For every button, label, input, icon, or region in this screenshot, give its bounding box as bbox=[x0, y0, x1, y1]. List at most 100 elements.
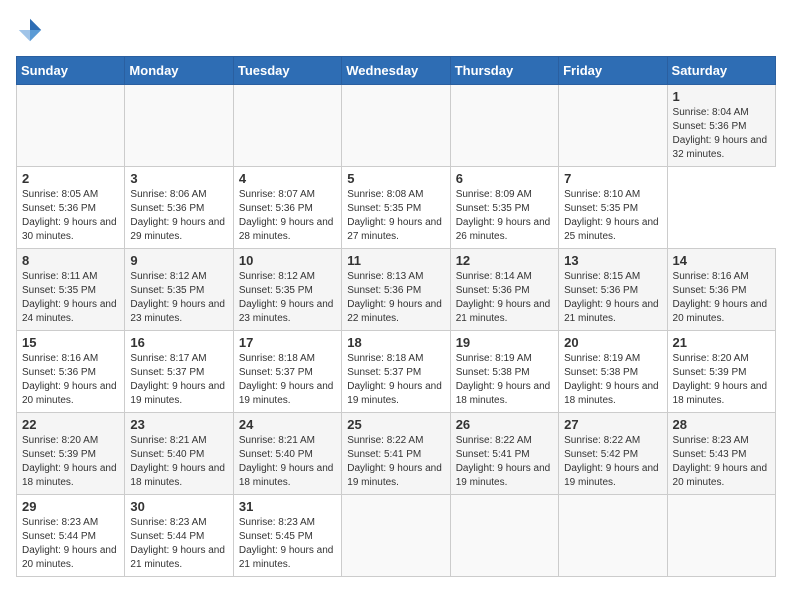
calendar-day-cell: 24 Sunrise: 8:21 AMSunset: 5:40 PMDayligh… bbox=[233, 413, 341, 495]
calendar-day-cell: 25 Sunrise: 8:22 AMSunset: 5:41 PMDayligh… bbox=[342, 413, 450, 495]
day-number: 19 bbox=[456, 335, 553, 350]
calendar-day-cell: 20 Sunrise: 8:19 AMSunset: 5:38 PMDayligh… bbox=[559, 331, 667, 413]
calendar-day-cell bbox=[559, 85, 667, 167]
day-number: 2 bbox=[22, 171, 119, 186]
day-number: 24 bbox=[239, 417, 336, 432]
calendar-day-cell: 3Sunrise: 8:06 AMSunset: 5:36 PMDaylight… bbox=[125, 167, 233, 249]
day-info: Sunrise: 8:22 AMSunset: 5:41 PMDaylight:… bbox=[456, 434, 553, 490]
calendar-day-cell: 18 Sunrise: 8:18 AMSunset: 5:37 PMDayligh… bbox=[342, 331, 450, 413]
day-number: 4 bbox=[239, 171, 336, 186]
day-info: Sunrise: 8:22 AMSunset: 5:41 PMDaylight:… bbox=[347, 434, 444, 490]
calendar-day-cell bbox=[342, 85, 450, 167]
day-info: Sunrise: 8:07 AMSunset: 5:36 PMDaylight:… bbox=[239, 188, 336, 244]
calendar-day-cell bbox=[559, 495, 667, 577]
calendar-week-row: 29 Sunrise: 8:23 AMSunset: 5:44 PMDayligh… bbox=[17, 495, 776, 577]
day-info: Sunrise: 8:12 AMSunset: 5:35 PMDaylight:… bbox=[239, 270, 336, 326]
calendar-day-cell: 11Sunrise: 8:13 AMSunset: 5:36 PMDayligh… bbox=[342, 249, 450, 331]
day-info: Sunrise: 8:20 AMSunset: 5:39 PMDaylight:… bbox=[22, 434, 119, 490]
day-info: Sunrise: 8:22 AMSunset: 5:42 PMDaylight:… bbox=[564, 434, 661, 490]
calendar-day-cell: 6Sunrise: 8:09 AMSunset: 5:35 PMDaylight… bbox=[450, 167, 558, 249]
calendar-day-cell: 8 Sunrise: 8:11 AMSunset: 5:35 PMDaylight… bbox=[17, 249, 125, 331]
day-info: Sunrise: 8:16 AMSunset: 5:36 PMDaylight:… bbox=[22, 352, 119, 408]
day-number: 18 bbox=[347, 335, 444, 350]
day-number: 25 bbox=[347, 417, 444, 432]
day-info: Sunrise: 8:04 AMSunset: 5:36 PMDaylight:… bbox=[673, 106, 770, 162]
day-number: 16 bbox=[130, 335, 227, 350]
calendar-day-cell: 22 Sunrise: 8:20 AMSunset: 5:39 PMDayligh… bbox=[17, 413, 125, 495]
calendar-day-cell bbox=[450, 495, 558, 577]
calendar-day-cell: 19Sunrise: 8:19 AMSunset: 5:38 PMDayligh… bbox=[450, 331, 558, 413]
day-info: Sunrise: 8:16 AMSunset: 5:36 PMDaylight:… bbox=[673, 270, 770, 326]
weekday-header: Thursday bbox=[450, 57, 558, 85]
weekday-header: Wednesday bbox=[342, 57, 450, 85]
day-info: Sunrise: 8:23 AMSunset: 5:44 PMDaylight:… bbox=[22, 516, 119, 572]
calendar-day-cell: 23Sunrise: 8:21 AMSunset: 5:40 PMDayligh… bbox=[125, 413, 233, 495]
day-number: 27 bbox=[564, 417, 661, 432]
day-number: 14 bbox=[673, 253, 770, 268]
day-info: Sunrise: 8:14 AMSunset: 5:36 PMDaylight:… bbox=[456, 270, 553, 326]
calendar-day-cell: 13 Sunrise: 8:15 AMSunset: 5:36 PMDayligh… bbox=[559, 249, 667, 331]
day-info: Sunrise: 8:23 AMSunset: 5:43 PMDaylight:… bbox=[673, 434, 770, 490]
calendar-day-cell: 17 Sunrise: 8:18 AMSunset: 5:37 PMDayligh… bbox=[233, 331, 341, 413]
calendar-day-cell: 9 Sunrise: 8:12 AMSunset: 5:35 PMDaylight… bbox=[125, 249, 233, 331]
day-info: Sunrise: 8:08 AMSunset: 5:35 PMDaylight:… bbox=[347, 188, 444, 244]
calendar-week-row: 1 Sunrise: 8:04 AMSunset: 5:36 PMDaylight… bbox=[17, 85, 776, 167]
day-number: 26 bbox=[456, 417, 553, 432]
day-number: 1 bbox=[673, 89, 770, 104]
calendar-day-cell: 30Sunrise: 8:23 AMSunset: 5:44 PMDayligh… bbox=[125, 495, 233, 577]
weekday-header: Tuesday bbox=[233, 57, 341, 85]
day-number: 9 bbox=[130, 253, 227, 268]
day-number: 21 bbox=[673, 335, 770, 350]
day-number: 22 bbox=[22, 417, 119, 432]
day-number: 13 bbox=[564, 253, 661, 268]
calendar-day-cell bbox=[233, 85, 341, 167]
day-info: Sunrise: 8:17 AMSunset: 5:37 PMDaylight:… bbox=[130, 352, 227, 408]
calendar-day-cell bbox=[17, 85, 125, 167]
day-number: 28 bbox=[673, 417, 770, 432]
calendar-day-cell: 2 Sunrise: 8:05 AMSunset: 5:36 PMDaylight… bbox=[17, 167, 125, 249]
weekday-header: Saturday bbox=[667, 57, 775, 85]
day-number: 10 bbox=[239, 253, 336, 268]
calendar-week-row: 8 Sunrise: 8:11 AMSunset: 5:35 PMDaylight… bbox=[17, 249, 776, 331]
calendar-body: 1 Sunrise: 8:04 AMSunset: 5:36 PMDaylight… bbox=[17, 85, 776, 577]
day-number: 20 bbox=[564, 335, 661, 350]
day-info: Sunrise: 8:11 AMSunset: 5:35 PMDaylight:… bbox=[22, 270, 119, 326]
day-info: Sunrise: 8:05 AMSunset: 5:36 PMDaylight:… bbox=[22, 188, 119, 244]
day-info: Sunrise: 8:20 AMSunset: 5:39 PMDaylight:… bbox=[673, 352, 770, 408]
calendar-day-cell: 31Sunrise: 8:23 AMSunset: 5:45 PMDayligh… bbox=[233, 495, 341, 577]
day-number: 12 bbox=[456, 253, 553, 268]
calendar-day-cell: 29 Sunrise: 8:23 AMSunset: 5:44 PMDayligh… bbox=[17, 495, 125, 577]
calendar-table: SundayMondayTuesdayWednesdayThursdayFrid… bbox=[16, 56, 776, 577]
calendar-day-cell: 26 Sunrise: 8:22 AMSunset: 5:41 PMDayligh… bbox=[450, 413, 558, 495]
calendar-day-cell bbox=[450, 85, 558, 167]
calendar-day-cell: 27 Sunrise: 8:22 AMSunset: 5:42 PMDayligh… bbox=[559, 413, 667, 495]
calendar-day-cell: 1 Sunrise: 8:04 AMSunset: 5:36 PMDaylight… bbox=[667, 85, 775, 167]
day-info: Sunrise: 8:06 AMSunset: 5:36 PMDaylight:… bbox=[130, 188, 227, 244]
logo bbox=[16, 16, 48, 44]
day-info: Sunrise: 8:12 AMSunset: 5:35 PMDaylight:… bbox=[130, 270, 227, 326]
weekday-header: Friday bbox=[559, 57, 667, 85]
calendar-day-cell bbox=[342, 495, 450, 577]
day-info: Sunrise: 8:18 AMSunset: 5:37 PMDaylight:… bbox=[347, 352, 444, 408]
calendar-day-cell bbox=[667, 495, 775, 577]
calendar-day-cell: 28 Sunrise: 8:23 AMSunset: 5:43 PMDayligh… bbox=[667, 413, 775, 495]
day-info: Sunrise: 8:19 AMSunset: 5:38 PMDaylight:… bbox=[564, 352, 661, 408]
calendar-day-cell: 14 Sunrise: 8:16 AMSunset: 5:36 PMDayligh… bbox=[667, 249, 775, 331]
day-number: 17 bbox=[239, 335, 336, 350]
calendar-day-cell: 21 Sunrise: 8:20 AMSunset: 5:39 PMDayligh… bbox=[667, 331, 775, 413]
weekday-header: Sunday bbox=[17, 57, 125, 85]
calendar-day-cell: 10 Sunrise: 8:12 AMSunset: 5:35 PMDayligh… bbox=[233, 249, 341, 331]
calendar-week-row: 2 Sunrise: 8:05 AMSunset: 5:36 PMDaylight… bbox=[17, 167, 776, 249]
day-number: 6 bbox=[456, 171, 553, 186]
day-number: 29 bbox=[22, 499, 119, 514]
day-info: Sunrise: 8:21 AMSunset: 5:40 PMDaylight:… bbox=[130, 434, 227, 490]
calendar-week-row: 22 Sunrise: 8:20 AMSunset: 5:39 PMDayligh… bbox=[17, 413, 776, 495]
calendar-day-cell: 5Sunrise: 8:08 AMSunset: 5:35 PMDaylight… bbox=[342, 167, 450, 249]
day-number: 8 bbox=[22, 253, 119, 268]
day-info: Sunrise: 8:18 AMSunset: 5:37 PMDaylight:… bbox=[239, 352, 336, 408]
day-number: 7 bbox=[564, 171, 661, 186]
day-number: 31 bbox=[239, 499, 336, 514]
day-info: Sunrise: 8:15 AMSunset: 5:36 PMDaylight:… bbox=[564, 270, 661, 326]
day-info: Sunrise: 8:21 AMSunset: 5:40 PMDaylight:… bbox=[239, 434, 336, 490]
calendar-day-cell: 16 Sunrise: 8:17 AMSunset: 5:37 PMDayligh… bbox=[125, 331, 233, 413]
